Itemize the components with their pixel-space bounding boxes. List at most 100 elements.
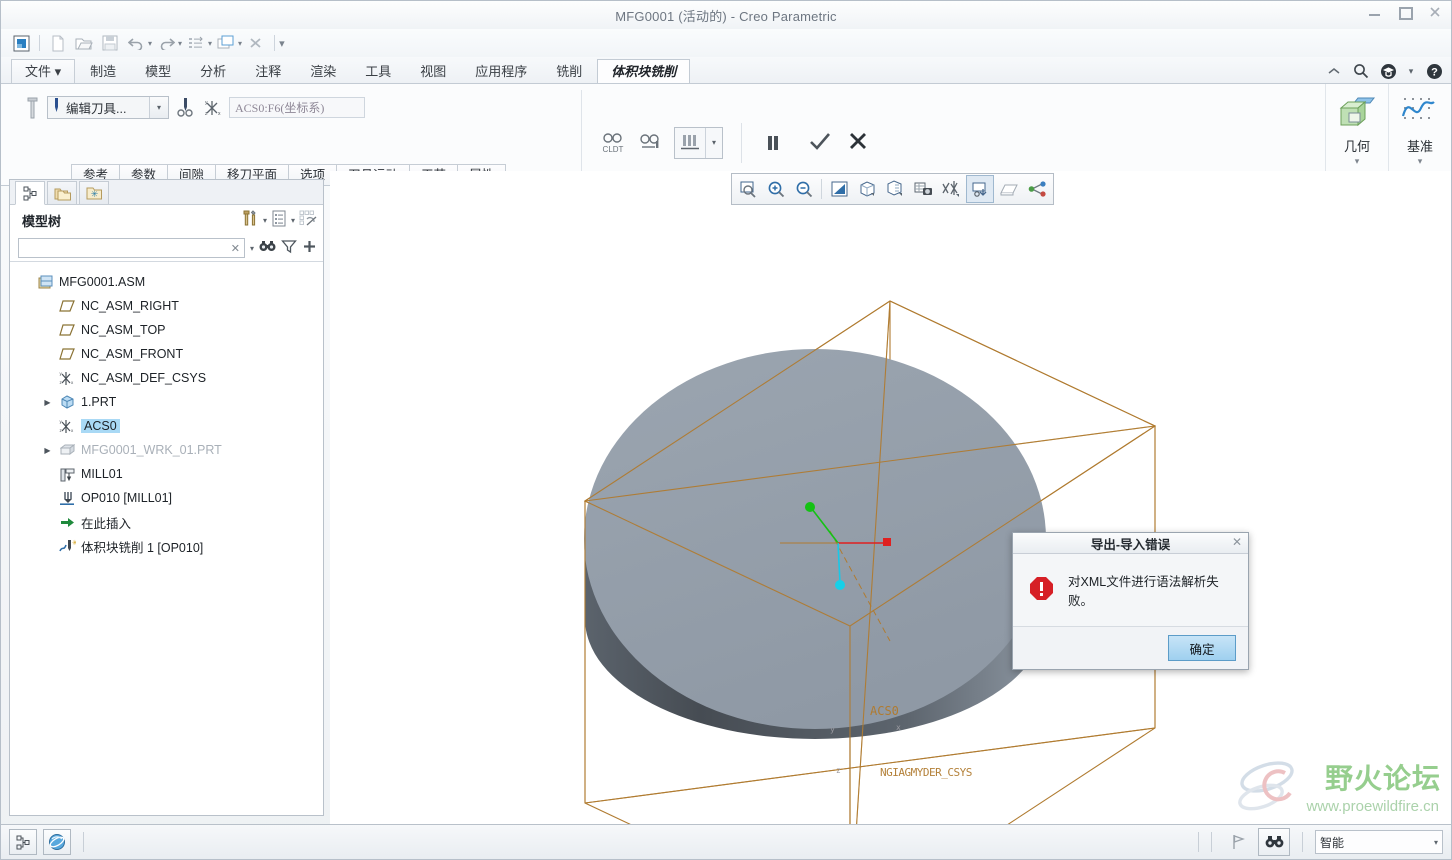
model-tree-toggle-icon[interactable] — [9, 829, 37, 855]
pause-button[interactable] — [760, 126, 786, 160]
regenerate-icon[interactable] — [184, 32, 208, 54]
tree-search-dropdown-icon[interactable]: ▾ — [250, 244, 254, 253]
datum-button[interactable]: 基准 ▾ — [1388, 84, 1451, 185]
tool-select-arrow[interactable]: ▾ — [149, 97, 168, 118]
tree-columns-dropdown-icon[interactable]: ▾ — [291, 216, 295, 225]
tool-display-button[interactable]: ▾ — [674, 126, 723, 159]
maximize-button[interactable] — [1397, 5, 1413, 20]
ribbon-tab-8[interactable]: 应用程序 — [461, 59, 541, 83]
datum-display-icon[interactable] — [938, 176, 964, 202]
zoom-in-icon[interactable] — [763, 176, 789, 202]
redo-dropdown-icon[interactable]: ▾ — [178, 39, 182, 48]
ribbon-tab-7[interactable]: 视图 — [406, 59, 460, 83]
tree-tools-dropdown-icon[interactable]: ▾ — [263, 216, 267, 225]
saved-orientations-icon[interactable] — [882, 176, 908, 202]
graphics-area[interactable]: ACS0 x y z NGIAGMYDER_CSYS 野火论坛 www.proe… — [330, 171, 1451, 825]
ribbon-tab-4[interactable]: 注释 — [241, 59, 295, 83]
tree-item[interactable]: NC_ASM_RIGHT — [10, 294, 323, 318]
learning-dropdown-icon[interactable]: ▾ — [1406, 62, 1416, 80]
dialog-ok-button[interactable]: 确定 — [1168, 635, 1236, 661]
new-icon[interactable] — [46, 32, 70, 54]
ribbon-tab-3[interactable]: 分析 — [186, 59, 240, 83]
tree-filter-icon[interactable] — [281, 239, 297, 257]
model-tree[interactable]: MFG0001.ASM NC_ASM_RIGHT NC_ASM_TOP NC_ASM_… — [10, 262, 323, 815]
annotation-display-icon[interactable] — [966, 175, 994, 203]
acs0-axis-y-label: y — [830, 725, 835, 734]
tree-item[interactable]: ▶ MFG0001_WRK_01.PRT — [10, 438, 323, 462]
tree-search-clear-icon[interactable]: ✕ — [231, 242, 240, 255]
ribbon-tab-2[interactable]: 模型 — [131, 59, 185, 83]
redo-icon[interactable] — [154, 32, 178, 54]
tree-item[interactable]: ▶ 1.PRT — [10, 390, 323, 414]
tree-item[interactable]: MILL01 — [10, 462, 323, 486]
close-button[interactable] — [1427, 5, 1443, 19]
tree-tools-icon[interactable] — [242, 210, 259, 230]
tree-find-icon[interactable] — [259, 239, 276, 257]
csys-icon: y z x — [203, 99, 223, 117]
datum-dropdown-icon[interactable]: ▾ — [1418, 157, 1423, 166]
geometry-button[interactable]: 几何 ▾ — [1325, 84, 1388, 185]
window-dropdown-icon[interactable]: ▾ — [238, 39, 242, 48]
app-logo-icon[interactable] — [9, 32, 33, 54]
ribbon-tab-10[interactable]: 体积块铣削 — [597, 59, 691, 83]
search-icon[interactable] — [1352, 62, 1370, 80]
collapse-ribbon-icon[interactable] — [1325, 62, 1343, 80]
refit-icon[interactable] — [735, 176, 761, 202]
ribbon-tab-0[interactable]: 文件 ▾ — [11, 59, 76, 83]
folder-browser-tab[interactable] — [47, 181, 77, 204]
minimize-button[interactable] — [1367, 5, 1383, 19]
tree-columns-icon[interactable] — [271, 210, 287, 230]
undo-icon[interactable] — [124, 32, 148, 54]
ribbon-tab-1[interactable]: 制造 — [76, 59, 130, 83]
accept-button[interactable] — [808, 131, 832, 154]
browser-toggle-icon[interactable] — [43, 829, 71, 855]
tree-expand-icon[interactable]: ▶ — [42, 446, 53, 455]
ribbon-tab-5[interactable]: 渲染 — [296, 59, 350, 83]
view-manager-icon[interactable] — [910, 176, 936, 202]
model-tree-tab[interactable] — [15, 181, 45, 205]
ribbon-tab-6[interactable]: 工具 — [351, 59, 405, 83]
cancel-button[interactable] — [848, 131, 868, 154]
tree-item[interactable]: NC_ASM_TOP — [10, 318, 323, 342]
repaint-icon[interactable] — [826, 176, 852, 202]
favorites-tab[interactable]: ✳ — [79, 181, 109, 204]
tree-item[interactable]: ✳ 体积块铣削 1 [OP010] — [10, 534, 323, 558]
ribbon-tab-9[interactable]: 铣削 — [542, 59, 596, 83]
tree-item[interactable]: 在此插入 — [10, 510, 323, 534]
tree-item[interactable]: y z x NC_ASM_DEF_CSYS — [10, 366, 323, 390]
display-style-icon[interactable] — [854, 176, 880, 202]
spin-center-icon[interactable] — [996, 176, 1022, 202]
tree-add-icon[interactable] — [302, 239, 317, 257]
csys-reference-field[interactable]: ACS0:F6(坐标系) — [229, 97, 365, 118]
tree-item[interactable]: NC_ASM_FRONT — [10, 342, 323, 366]
window-switch-icon[interactable] — [214, 32, 238, 54]
qat-more-icon[interactable]: ▾ — [279, 37, 285, 50]
learning-icon[interactable] — [1379, 62, 1397, 80]
undo-dropdown-icon[interactable]: ▾ — [148, 39, 152, 48]
selection-flag-icon[interactable] — [1224, 829, 1252, 855]
help-icon[interactable]: ? — [1425, 62, 1443, 80]
dialog-title: 导出-导入错误 — [1090, 537, 1171, 552]
tree-expand-icon[interactable]: ▶ — [42, 398, 53, 407]
open-icon[interactable] — [72, 32, 96, 54]
tree-item[interactable]: MFG0001.ASM — [10, 270, 323, 294]
tree-item[interactable]: y z x ACS0 — [10, 414, 323, 438]
part-icon — [58, 395, 76, 409]
save-icon[interactable] — [98, 32, 122, 54]
regenerate-dropdown-icon[interactable]: ▾ — [208, 39, 212, 48]
tool-manager-icon[interactable] — [175, 97, 197, 118]
tool-select[interactable]: 编辑刀具... ▾ — [47, 96, 169, 119]
tree-item[interactable]: OP010 [MILL01] — [10, 486, 323, 510]
tool-display-arrow[interactable]: ▾ — [705, 127, 722, 158]
geometry-dropdown-icon[interactable]: ▾ — [1355, 157, 1360, 166]
play-path-button[interactable] — [636, 126, 666, 160]
find-icon[interactable] — [1258, 828, 1290, 856]
tree-filter-off-icon[interactable] — [299, 210, 317, 230]
appearance-icon[interactable] — [1024, 176, 1050, 202]
close-window-icon[interactable] — [244, 32, 268, 54]
dialog-close-icon[interactable]: ✕ — [1232, 535, 1242, 549]
zoom-out-icon[interactable] — [791, 176, 817, 202]
cl-data-button[interactable]: CLDT — [598, 126, 628, 160]
tree-search-input[interactable]: ✕ — [18, 238, 245, 258]
smart-select-dropdown[interactable]: 智能 ▾ — [1315, 830, 1443, 854]
